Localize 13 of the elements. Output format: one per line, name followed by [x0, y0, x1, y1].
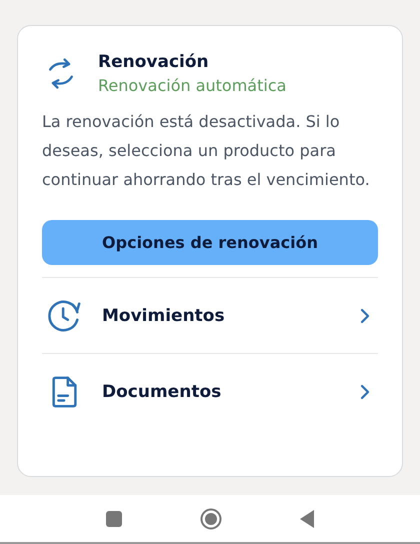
- refresh-icon: [46, 56, 76, 92]
- section-title: Renovación: [98, 52, 210, 72]
- chevron-right-icon[interactable]: [360, 384, 370, 400]
- home-icon[interactable]: [200, 508, 222, 530]
- description-text: La renovación está desactivada. Si lo deseas, selecciona un producto para continuar ahorrando tras el vencimiento.: [42, 111, 371, 191]
- back-icon[interactable]: [300, 510, 314, 528]
- renewal-options-button[interactable]: Opciones de renovación: [42, 220, 378, 265]
- menu-link[interactable]: Documentos: [102, 382, 360, 402]
- clock-icon: [48, 298, 82, 332]
- status-text: Renovación automática: [98, 76, 286, 95]
- menu-link[interactable]: Movimientos: [102, 306, 360, 326]
- chevron-right-icon[interactable]: [360, 308, 370, 324]
- recents-icon[interactable]: [106, 510, 122, 526]
